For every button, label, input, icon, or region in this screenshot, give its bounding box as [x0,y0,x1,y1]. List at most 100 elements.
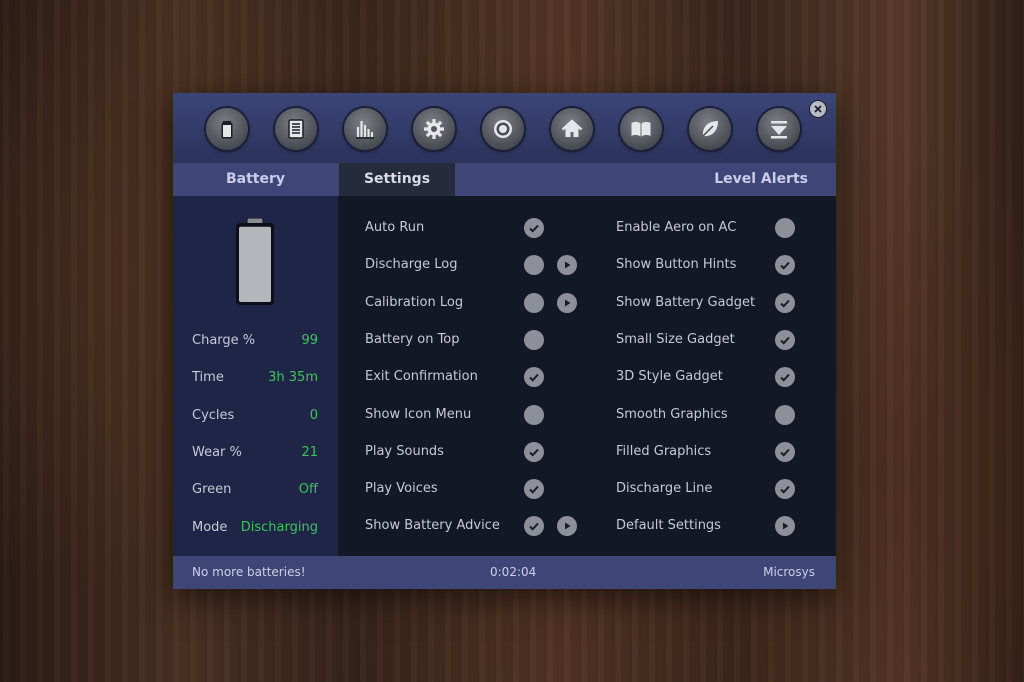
stat-row: Cycles 0 [192,408,318,428]
stat-row: Time 3h 35m [192,370,318,390]
option-enable-aero-on-ac[interactable]: Enable Aero on AC [616,220,736,235]
option-play-sounds[interactable]: Play Sounds [365,444,444,459]
stat-value: Off [298,482,318,498]
tab-level-alerts[interactable]: Level Alerts [714,163,808,196]
stat-label: Green [192,482,232,498]
play-arrow-icon [565,261,571,269]
stat-value: 99 [301,333,318,348]
toggle-calibration-log[interactable] [524,292,544,313]
option-discharge-log[interactable]: Discharge Log [365,257,457,272]
minimize-icon [771,121,787,139]
settings-panel: Auto Run Discharge Log Calibration Log Batt… [339,196,836,556]
close-button[interactable] [810,101,826,117]
open-default-settings-button[interactable] [775,516,795,537]
toggle-3d-style-gadget[interactable] [775,367,795,388]
toggle-battery-on-top[interactable] [524,329,544,350]
play-arrow-icon [783,522,789,530]
checkmark-icon [529,523,539,532]
option-auto-run[interactable]: Auto Run [365,220,424,235]
stat-row: Wear % 21 [192,445,318,465]
home-icon [561,119,583,137]
stat-value: 21 [301,444,318,460]
option-3d-style-gadget[interactable]: 3D Style Gadget [616,369,723,384]
option-show-battery-advice[interactable]: Show Battery Advice [365,518,500,533]
stat-row: Green Off [192,482,318,502]
close-icon [814,105,822,113]
stat-label: Cycles [192,407,235,423]
gear-button[interactable] [413,108,455,150]
open-calibration-log-button[interactable] [557,292,577,313]
target-button[interactable] [482,108,524,150]
checkmark-icon [780,262,790,270]
option-battery-on-top[interactable]: Battery on Top [365,332,460,347]
toggle-smooth-graphics[interactable] [775,404,795,425]
checkmark-icon [529,224,539,233]
battery-info-panel: Charge % 99 Time 3h 35m Cycles 0 Wear % 21 Green… [173,196,338,556]
checkmark-icon [529,448,539,457]
option-discharge-line[interactable]: Discharge Line [616,481,712,496]
elapsed-timer: 0:02:04 [490,565,537,579]
tab-bar: Battery Settings Level Alerts [173,163,836,196]
toggle-show-button-hints[interactable] [775,255,795,276]
toggle-discharge-line[interactable] [775,479,795,500]
bar-chart-button[interactable] [344,108,386,150]
stat-row: Mode Discharging [192,520,318,540]
toggle-show-icon-menu[interactable] [524,404,544,425]
toggle-small-size-gadget[interactable] [775,329,795,350]
battery-button[interactable] [206,108,248,150]
stat-value: 3h 35m [268,370,318,386]
leaf-button[interactable] [689,108,731,150]
option-small-size-gadget[interactable]: Small Size Gadget [616,332,735,347]
battery-icon [221,121,233,139]
gear-icon [424,119,444,139]
play-arrow-icon [565,522,571,530]
stat-row: Charge % 99 [192,333,318,353]
play-arrow-icon [565,299,571,307]
log-list-icon [288,119,304,139]
toggle-show-battery-advice[interactable] [524,516,544,537]
option-smooth-graphics[interactable]: Smooth Graphics [616,407,728,422]
toggle-filled-graphics[interactable] [775,441,795,462]
option-play-voices[interactable]: Play Voices [365,481,438,496]
stat-value: Discharging [240,519,318,535]
battery-level-graphic [236,218,274,305]
tab-settings[interactable]: Settings [339,163,455,196]
checkmark-icon [780,336,790,345]
open-show-battery-advice-button[interactable] [557,516,577,537]
option-show-battery-gadget[interactable]: Show Battery Gadget [616,295,755,310]
option-show-button-hints[interactable]: Show Button Hints [616,257,736,272]
bar-chart-icon [356,121,374,139]
stat-label: Wear % [192,444,242,460]
checkmark-icon [780,374,790,382]
option-calibration-log[interactable]: Calibration Log [365,295,463,310]
status-message: No more batteries! [192,565,306,579]
icon-toolbar [173,93,836,163]
toggle-show-battery-gadget[interactable] [775,292,795,313]
tab-battery[interactable]: Battery [173,163,338,196]
option-exit-confirmation[interactable]: Exit Confirmation [365,369,478,384]
stat-value: 0 [309,407,318,423]
checkmark-icon [529,374,539,382]
checkmark-icon [780,485,790,494]
open-discharge-log-button[interactable] [557,255,577,276]
book-button[interactable] [620,108,662,150]
book-icon [631,121,651,137]
status-bar: No more batteries! 0:02:04 Microsys [173,556,836,589]
checkmark-icon [780,448,790,457]
toggle-play-voices[interactable] [524,479,544,500]
checkmark-icon [529,485,539,494]
toggle-play-sounds[interactable] [524,441,544,462]
log-list-button[interactable] [275,108,317,150]
brand-label: Microsys [763,565,815,579]
toggle-discharge-log[interactable] [524,255,544,276]
home-button[interactable] [551,108,593,150]
toggle-auto-run[interactable] [524,218,544,238]
minimize-button[interactable] [758,108,800,150]
toggle-enable-aero-on-ac[interactable] [775,218,795,238]
option-filled-graphics[interactable]: Filled Graphics [616,444,711,459]
toggle-exit-confirmation[interactable] [524,367,544,388]
stat-label: Time [192,370,224,386]
option-show-icon-menu[interactable]: Show Icon Menu [365,407,471,422]
stat-label: Mode [192,519,228,535]
option-default-settings[interactable]: Default Settings [616,518,721,533]
